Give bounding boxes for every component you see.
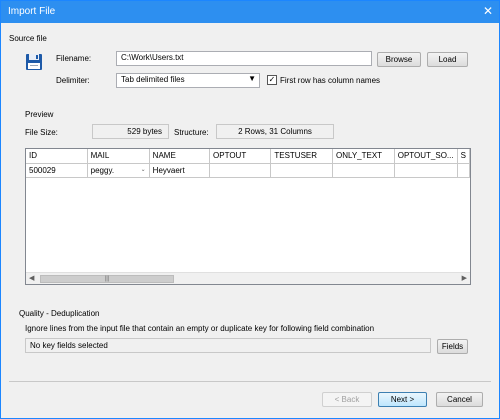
quality-section-label: Quality - Deduplication: [19, 309, 100, 318]
column-header[interactable]: OPTOUT: [209, 149, 272, 164]
first-row-checkbox[interactable]: ✓: [267, 75, 277, 85]
footer-divider: [9, 381, 491, 382]
table-cell: [270, 163, 333, 178]
key-fields-value: No key fields selected: [25, 338, 431, 353]
truncation-mark-icon: ⌄: [140, 166, 146, 173]
delimiter-select-value: Tab delimited files: [121, 75, 185, 84]
file-size-value: 529 bytes: [92, 124, 169, 139]
filename-input[interactable]: C:\Work\Users.txt: [116, 51, 372, 66]
table-cell: [332, 163, 395, 178]
first-row-label: First row has column names: [280, 76, 381, 85]
column-header[interactable]: S: [457, 149, 470, 164]
next-button[interactable]: Next >: [378, 392, 427, 407]
chevron-down-icon: ▼: [248, 74, 256, 83]
back-button[interactable]: < Back: [322, 392, 372, 407]
file-size-label: File Size:: [25, 128, 58, 137]
structure-label: Structure:: [174, 128, 209, 137]
table-cell-text: peggy.: [90, 165, 115, 175]
column-header[interactable]: NAME: [149, 149, 211, 164]
quality-description: Ignore lines from the input file that co…: [25, 324, 375, 333]
column-header[interactable]: ID: [26, 149, 88, 164]
source-file-section-label: Source file: [9, 34, 47, 43]
table-cell: Heyvaert: [149, 163, 211, 178]
delimiter-label: Delimiter:: [56, 76, 90, 85]
close-icon[interactable]: ✕: [483, 4, 493, 18]
scroll-right-icon[interactable]: ▶: [462, 274, 467, 282]
window-title: Import File: [8, 6, 56, 17]
horizontal-scrollbar[interactable]: ◀ ||| ▶: [26, 272, 470, 284]
table-cell: [209, 163, 272, 178]
column-header[interactable]: ONLY_TEXT: [332, 149, 395, 164]
preview-section-label: Preview: [25, 110, 54, 119]
cancel-button[interactable]: Cancel: [436, 392, 483, 407]
column-header[interactable]: MAIL: [87, 149, 150, 164]
table-row[interactable]: 500029 peggy. ⌄ Heyvaert: [26, 163, 470, 178]
browse-button[interactable]: Browse: [377, 52, 421, 67]
column-header[interactable]: TESTUSER: [270, 149, 333, 164]
delimiter-select[interactable]: Tab delimited files ▼: [116, 73, 260, 88]
scroll-left-icon[interactable]: ◀: [29, 274, 34, 282]
table-cell: [457, 163, 470, 178]
floppy-disk-icon: [26, 54, 42, 70]
fields-button[interactable]: Fields: [437, 339, 468, 354]
table-cell: [394, 163, 458, 178]
filename-label: Filename:: [56, 54, 92, 63]
load-button[interactable]: Load: [427, 52, 468, 67]
table-cell: 500029: [26, 163, 88, 178]
import-file-dialog: Import File ✕ Source file Filename: C:\W…: [0, 0, 500, 419]
table-header-row: ID MAIL NAME OPTOUT TESTUSER ONLY_TEXT O…: [26, 149, 470, 164]
table-cell: peggy. ⌄: [87, 163, 150, 178]
structure-value: 2 Rows, 31 Columns: [216, 124, 334, 139]
title-bar: Import File ✕: [1, 1, 499, 23]
scrollbar-thumb[interactable]: |||: [40, 275, 174, 283]
preview-grid[interactable]: ID MAIL NAME OPTOUT TESTUSER ONLY_TEXT O…: [25, 148, 471, 285]
column-header[interactable]: OPTOUT_SO...: [394, 149, 458, 164]
preview-table: ID MAIL NAME OPTOUT TESTUSER ONLY_TEXT O…: [26, 149, 470, 178]
